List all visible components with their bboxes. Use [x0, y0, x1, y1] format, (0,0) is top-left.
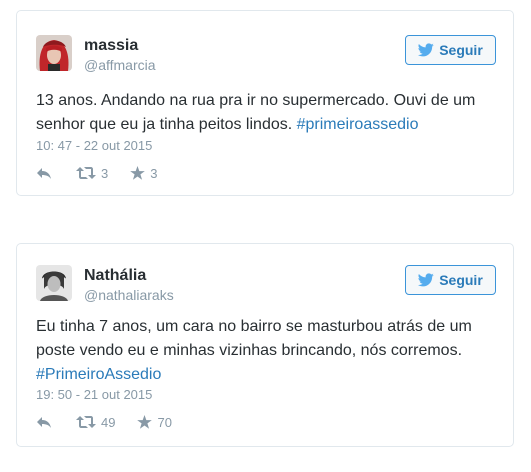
- tweet-timestamp[interactable]: 10: 47 - 22 out 2015: [36, 138, 152, 153]
- user-name[interactable]: massia: [84, 37, 138, 55]
- retweet-button[interactable]: 3: [76, 166, 108, 181]
- tweet-card: massia @affmarcia Seguir 13 anos. Andand…: [16, 10, 514, 196]
- retweet-icon: [76, 167, 96, 179]
- retweet-icon: [76, 416, 96, 428]
- favorite-count: 3: [150, 165, 158, 181]
- avatar-red-hair-icon: [36, 35, 72, 71]
- tweet-text-body: Eu tinha 7 anos, um cara no bairro se ma…: [36, 318, 472, 359]
- tweet-text: Eu tinha 7 anos, um cara no bairro se ma…: [36, 315, 496, 387]
- twitter-bird-icon: [418, 273, 434, 287]
- tweet-text: 13 anos. Andando na rua pra ir no superm…: [36, 89, 496, 137]
- avatar[interactable]: [36, 35, 72, 71]
- reply-icon: [37, 417, 51, 428]
- retweet-count: 49: [101, 414, 116, 430]
- follow-label: Seguir: [439, 272, 483, 288]
- reply-button[interactable]: [36, 166, 52, 180]
- tweet-timestamp[interactable]: 19: 50 - 21 out 2015: [36, 387, 152, 402]
- star-icon: [130, 166, 146, 180]
- favorite-button[interactable]: 3: [130, 166, 157, 181]
- hashtag-link[interactable]: #primeiroassedio: [297, 116, 419, 133]
- reply-button[interactable]: [36, 415, 52, 429]
- tweet-header: Nathália @nathaliaraks Seguir: [36, 265, 496, 305]
- star-icon: [137, 415, 153, 429]
- reply-icon: [37, 168, 51, 179]
- retweet-button[interactable]: 49: [76, 415, 115, 430]
- user-name[interactable]: Nathália: [84, 267, 146, 285]
- retweet-count: 3: [101, 165, 109, 181]
- favorite-button[interactable]: 70: [137, 414, 172, 430]
- follow-button[interactable]: Seguir: [405, 35, 496, 65]
- follow-label: Seguir: [439, 42, 483, 58]
- tweet-actions: 3 3: [36, 163, 157, 183]
- tweet-card: Nathália @nathaliaraks Seguir Eu tinha 7…: [16, 243, 514, 447]
- twitter-bird-icon: [418, 43, 434, 57]
- tweet-actions: 49 70: [36, 412, 172, 432]
- user-handle[interactable]: @affmarcia: [84, 57, 156, 73]
- hashtag-link[interactable]: #PrimeiroAssedio: [36, 366, 161, 383]
- favorite-count: 70: [157, 414, 172, 430]
- avatar-bw-photo-icon: [36, 265, 72, 301]
- follow-button[interactable]: Seguir: [405, 265, 496, 295]
- avatar[interactable]: [36, 265, 72, 301]
- user-handle[interactable]: @nathaliaraks: [84, 287, 174, 303]
- tweet-header: massia @affmarcia Seguir: [36, 35, 496, 75]
